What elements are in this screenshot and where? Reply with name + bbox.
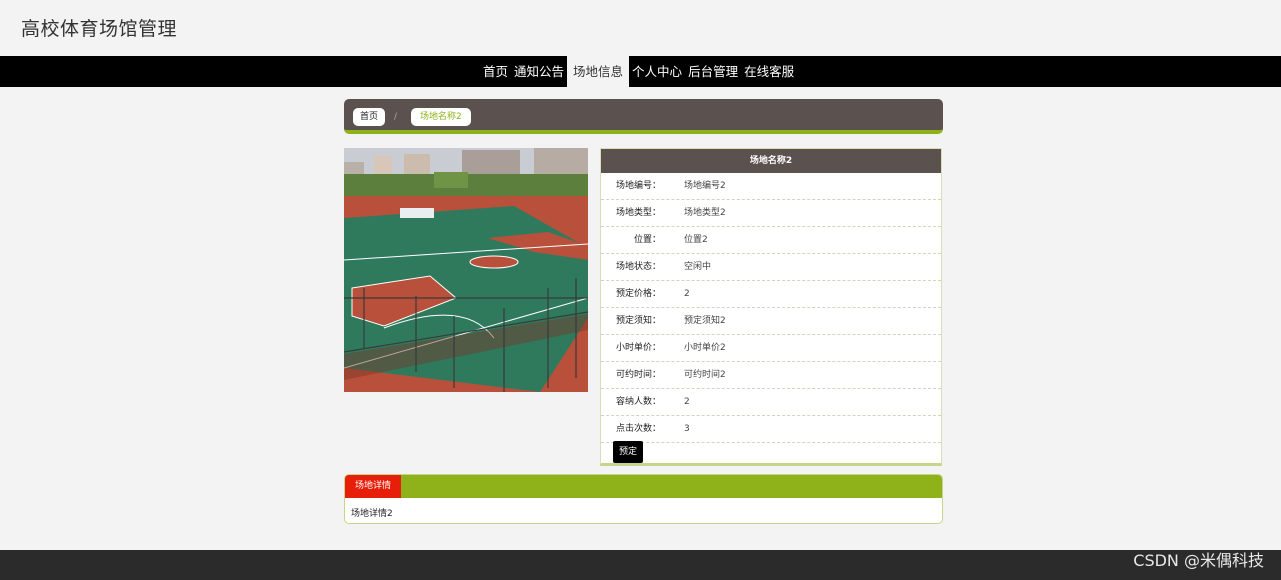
nav-item-support[interactable]: 在线客服 [741,56,797,87]
info-value: 位置2 [684,235,708,245]
info-row-type: 场地类型： 场地类型2 [601,200,941,227]
info-row-notice: 预定须知： 预定须知2 [601,308,941,335]
book-button[interactable]: 预定 [613,441,643,463]
info-value: 空闲中 [684,262,712,272]
info-label: 容纳人数： [615,397,661,407]
nav-item-admin[interactable]: 后台管理 [685,56,741,87]
info-row-price: 预定价格： 2 [601,281,941,308]
info-label: 可约时间： [615,370,661,380]
venue-detail-content: 场地详情2 [351,509,393,519]
info-value: 3 [684,424,690,434]
info-row-status: 场地状态： 空闲中 [601,254,941,281]
info-label: 场地编号： [615,181,661,191]
info-label: 小时单价： [615,343,661,353]
info-value: 场地编号2 [684,181,726,191]
footer-bar [0,550,1281,580]
venue-photo [344,148,588,392]
info-label: 场地状态： [615,262,661,272]
info-value: 2 [684,289,690,299]
info-value: 可约时间2 [684,370,726,380]
venue-detail-section: 场地详情 场地详情2 [344,474,943,524]
detail-tab-bar: 场地详情 [345,475,942,498]
watermark: CSDN @米偶科技 [1133,551,1264,570]
info-label: 点击次数： [615,424,661,434]
info-row-hourly: 小时单价： 小时单价2 [601,335,941,362]
info-row-available-time: 可约时间： 可约时间2 [601,362,941,389]
nav-item-venues[interactable]: 场地信息 [567,56,630,87]
info-row-number: 场地编号： 场地编号2 [601,173,941,200]
info-row-location: 位置： 位置2 [601,227,941,254]
info-label: 场地类型： [615,208,661,218]
breadcrumb-home[interactable]: 首页 [353,108,386,126]
venue-title: 场地名称2 [601,149,941,173]
info-row-clicks: 点击次数： 3 [601,416,941,443]
nav-item-announcements[interactable]: 通知公告 [511,56,567,87]
breadcrumb-current: 场地名称2 [411,108,471,126]
info-value: 预定须知2 [684,316,726,326]
nav-item-home[interactable]: 首页 [480,56,511,87]
info-label: 位置： [633,235,661,245]
info-value: 2 [684,397,690,407]
breadcrumb-separator: / [394,112,398,122]
site-title: 高校体育场馆管理 [21,18,178,40]
nav-item-profile[interactable]: 个人中心 [629,56,685,87]
info-row-capacity: 容纳人数： 2 [601,389,941,416]
info-value: 小时单价2 [684,343,726,353]
breadcrumb: 首页 / 场地名称2 [344,99,943,134]
info-label: 预定须知： [615,316,661,326]
tab-venue-detail[interactable]: 场地详情 [345,475,402,498]
info-value: 场地类型2 [684,208,726,218]
venue-info-panel: 场地名称2 场地编号： 场地编号2 场地类型： 场地类型2 位置： 位置2 场地… [600,148,942,466]
info-label: 预定价格： [615,289,661,299]
main-nav: 首页 通知公告 场地信息 个人中心 后台管理 在线客服 [0,56,1281,87]
